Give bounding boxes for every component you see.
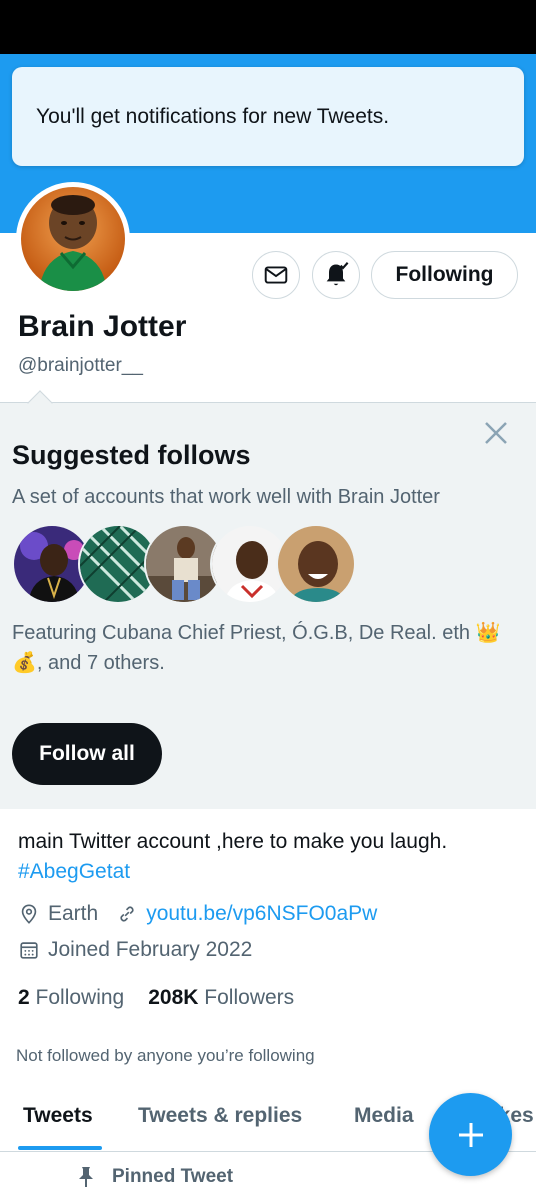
suggested-subtitle: A set of accounts that work well with Br… [12, 486, 440, 508]
pinned-tweet-header: Pinned Tweet [76, 1166, 233, 1188]
suggested-title: Suggested follows [12, 440, 251, 470]
suggested-featuring-text: Featuring Cubana Chief Priest, Ó.G.B, De… [12, 622, 501, 674]
tab-tweets[interactable]: Tweets [23, 1104, 93, 1128]
notifications-button[interactable] [312, 251, 360, 299]
followers-label: Followers [204, 986, 295, 1009]
profile-website-link[interactable]: youtu.be/vp6NSFO0aPw [146, 902, 377, 926]
profile-avatar[interactable] [16, 182, 130, 296]
pinned-label: Pinned Tweet [112, 1166, 234, 1187]
following-label: Following [35, 986, 125, 1009]
plus-icon [458, 1122, 483, 1147]
follow-counts: 2 Following 208K Followers [18, 986, 294, 1010]
pin-icon [79, 1167, 93, 1187]
bio-hashtag-link[interactable]: #AbegGetat [18, 857, 130, 887]
following-count: 2 [18, 986, 30, 1009]
display-name: Brain Jotter [18, 310, 187, 343]
active-tab-indicator [18, 1146, 102, 1150]
suggested-avatar[interactable] [276, 524, 356, 604]
tab-tweets-replies[interactable]: Tweets & replies [138, 1104, 302, 1128]
calendar-icon [20, 942, 38, 959]
tab-media[interactable]: Media [354, 1104, 414, 1128]
following-count-link[interactable]: 2 Following [18, 986, 124, 1010]
joined-date: Joined February 2022 [48, 938, 253, 961]
bell-check-icon [326, 262, 349, 286]
following-button[interactable]: Following [371, 251, 518, 299]
profile-bio: main Twitter account ,here to make you l… [18, 830, 448, 853]
followers-count: 208K [148, 986, 199, 1009]
link-icon [120, 906, 134, 922]
message-button[interactable] [252, 251, 300, 299]
mutual-followers-text: Not followed by anyone you’re following [16, 1046, 315, 1065]
location-website-row: Earth youtu.be/vp6NSFO0aPw [18, 902, 377, 926]
location-pin-icon [21, 904, 37, 924]
compose-tweet-button[interactable] [429, 1093, 512, 1176]
status-bar [0, 0, 536, 54]
toast-text: You'll get notifications for new Tweets. [36, 104, 390, 128]
followers-count-link[interactable]: 208K Followers [148, 986, 294, 1010]
close-icon[interactable] [482, 419, 510, 447]
joined-row: Joined February 2022 [18, 938, 252, 962]
user-handle: @brainjotter__ [18, 355, 143, 376]
notification-toast: You'll get notifications for new Tweets. [12, 67, 524, 166]
follow-all-button[interactable]: Follow all [12, 723, 162, 785]
profile-location: Earth [48, 902, 99, 925]
envelope-icon [264, 266, 288, 284]
